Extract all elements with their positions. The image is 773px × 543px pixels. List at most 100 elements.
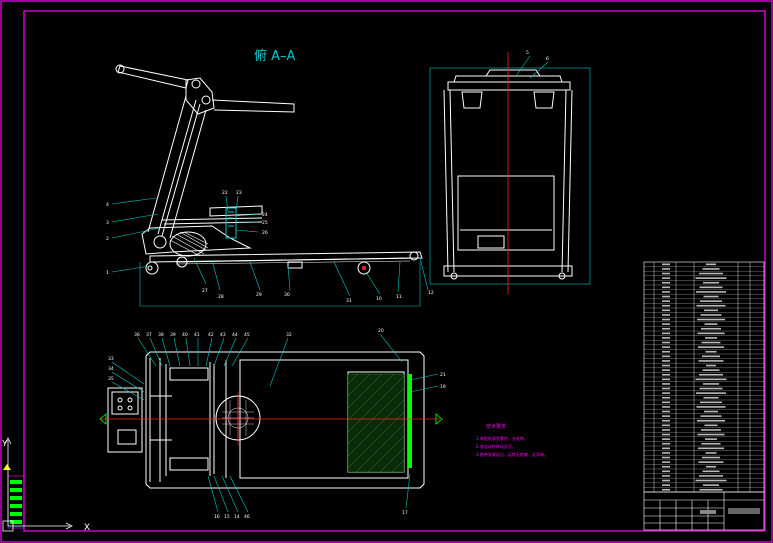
parts-list-entry xyxy=(662,383,670,385)
parts-list-entry xyxy=(662,327,670,330)
parts-list-entry xyxy=(695,479,727,482)
callout-44: 44 xyxy=(232,332,238,338)
callout-23: 23 xyxy=(236,190,242,196)
callout-4: 4 xyxy=(106,202,109,208)
side-view-leaders xyxy=(111,195,429,297)
parts-list-entry xyxy=(662,295,670,298)
parts-list-entry xyxy=(705,337,717,339)
parts-list-entry xyxy=(662,429,670,431)
parts-list-entry xyxy=(700,401,722,404)
callout-34: 34 xyxy=(108,366,114,372)
rear-view-callouts: 5 6 xyxy=(526,50,549,62)
parts-list-entry xyxy=(662,337,670,339)
parts-list-entry xyxy=(662,401,670,404)
parts-list-entry xyxy=(662,281,670,284)
parts-list-entry xyxy=(701,341,721,344)
parts-list-entry xyxy=(701,442,721,445)
left-sidebar-block xyxy=(3,464,25,529)
parts-list-entry xyxy=(700,415,722,417)
callout-43: 43 xyxy=(220,332,226,338)
parts-list-entry xyxy=(662,346,670,348)
parts-list-entry xyxy=(662,438,670,440)
section-title: 俯 A–A xyxy=(254,48,296,64)
cad-drawing-canvas[interactable]: 俯 A–A 4 3 2 1 22 23 24 25 26 27 28 29 30… xyxy=(0,0,773,543)
parts-list-entry xyxy=(662,318,670,321)
parts-list-entry xyxy=(699,272,723,275)
parts-list-entry xyxy=(695,378,727,381)
parts-list-entry xyxy=(704,309,718,312)
parts-list-entry xyxy=(706,465,716,468)
callout-25: 25 xyxy=(262,220,268,226)
tech-note-2: 2.各运动件转动灵活。 xyxy=(476,443,516,449)
callout-26: 26 xyxy=(262,230,268,236)
parts-list-entry xyxy=(662,332,670,335)
callout-12: 12 xyxy=(428,290,434,296)
parts-list-entry xyxy=(662,387,670,390)
parts-list-entry xyxy=(703,281,719,284)
callout-5: 5 xyxy=(526,50,529,56)
callout-15: 15 xyxy=(224,514,230,520)
parts-list-entry xyxy=(697,332,725,335)
parts-list-entry xyxy=(662,488,670,491)
parts-list-entry xyxy=(662,323,670,325)
parts-list-entry xyxy=(662,484,670,486)
parts-list-entry xyxy=(698,447,724,450)
callout-40: 40 xyxy=(182,332,188,338)
parts-list-entry xyxy=(662,447,670,450)
callout-16: 16 xyxy=(214,514,220,520)
callout-10: 10 xyxy=(376,296,382,302)
callout-36: 36 xyxy=(134,332,140,338)
parts-list-entry xyxy=(662,304,670,307)
callout-27: 27 xyxy=(202,288,208,294)
parts-list-entry xyxy=(662,369,670,371)
parts-list-entry xyxy=(697,433,725,436)
ucs-y-label: Y xyxy=(2,439,8,449)
parts-list-entry xyxy=(696,406,726,408)
parts-list-entry xyxy=(699,286,723,289)
parts-list-entry xyxy=(701,429,721,431)
parts-list-entry xyxy=(698,360,724,362)
parts-list-entry xyxy=(662,392,670,394)
parts-list-entry xyxy=(662,406,670,408)
parts-list-entry xyxy=(662,433,670,436)
callout-45: 45 xyxy=(244,332,250,338)
parts-list-entry xyxy=(702,369,720,371)
parts-list-entry xyxy=(704,323,718,325)
parts-list-entry xyxy=(662,410,670,413)
title-block xyxy=(643,491,765,531)
parts-list-entry xyxy=(699,387,723,390)
parts-list-entry xyxy=(662,461,670,463)
parts-list-entry xyxy=(697,419,725,422)
callout-29: 29 xyxy=(256,292,262,298)
callout-37: 37 xyxy=(146,332,152,338)
parts-list-entry xyxy=(703,295,719,298)
parts-list-entry xyxy=(703,396,719,399)
parts-list-entry xyxy=(704,410,718,413)
parts-list-entry xyxy=(705,438,717,440)
callout-14: 14 xyxy=(234,514,240,520)
ucs-x-label: X xyxy=(84,523,90,534)
callout-38: 38 xyxy=(158,332,164,338)
parts-list-entry xyxy=(662,465,670,468)
parts-list-entry xyxy=(662,360,670,362)
parts-list-entry xyxy=(702,456,720,459)
parts-list-entry xyxy=(662,355,670,358)
parts-list-entry xyxy=(662,396,670,399)
callout-41: 41 xyxy=(194,332,200,338)
callout-46: 46 xyxy=(244,514,250,520)
parts-list-entry xyxy=(662,300,670,302)
callout-28: 28 xyxy=(218,294,224,300)
side-view xyxy=(115,64,423,307)
belt-hatch xyxy=(347,373,405,473)
callout-32: 32 xyxy=(286,332,292,338)
parts-list-entry xyxy=(697,318,725,321)
callout-33: 33 xyxy=(108,356,114,362)
parts-list-entry xyxy=(696,291,726,293)
parts-list-entry xyxy=(662,456,670,459)
parts-list-entry xyxy=(705,350,717,353)
parts-list-entry xyxy=(662,424,670,427)
callout-11: 11 xyxy=(396,294,402,300)
parts-list-entry xyxy=(662,470,670,473)
parts-list-entry xyxy=(696,392,726,394)
parts-list-entry xyxy=(662,309,670,312)
